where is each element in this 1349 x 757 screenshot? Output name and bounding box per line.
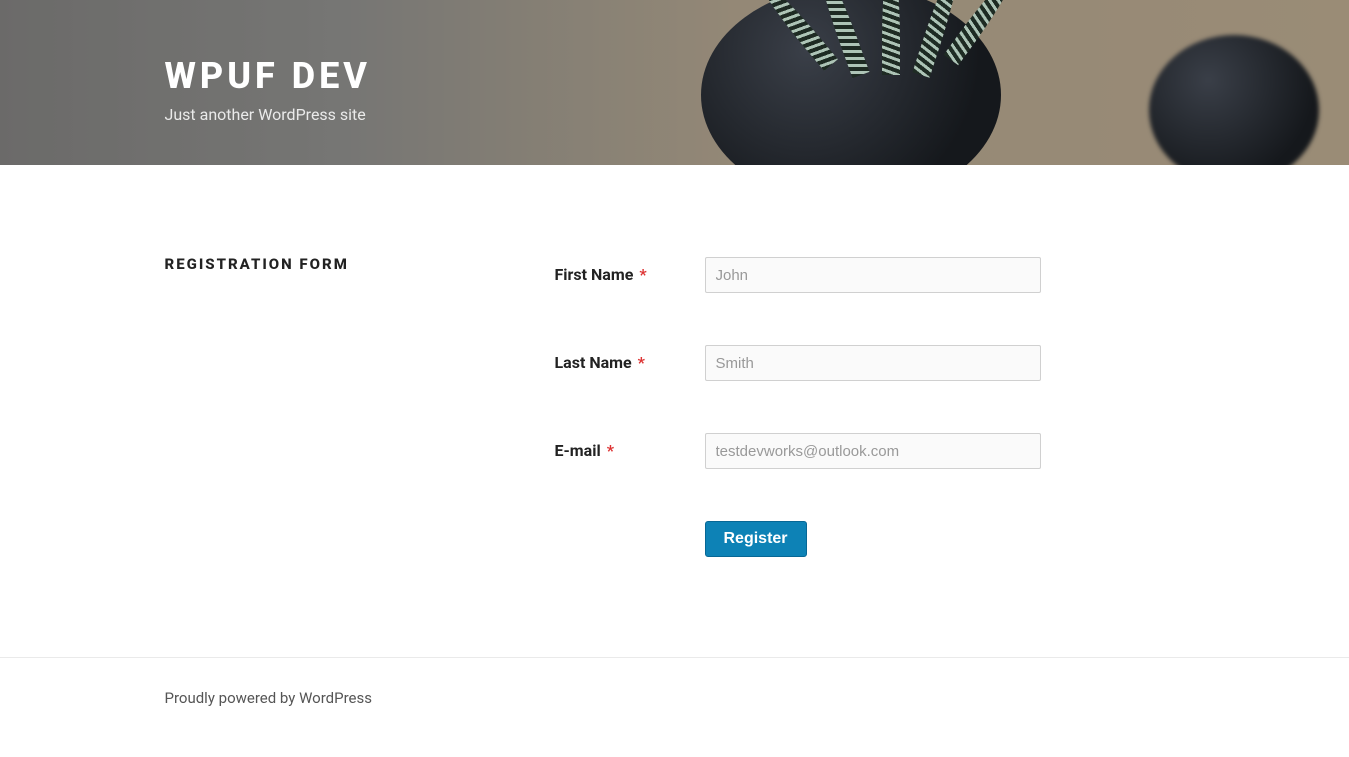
site-footer: Proudly powered by WordPress bbox=[0, 657, 1349, 757]
field-last-name: Last Name * bbox=[555, 345, 1185, 381]
last-name-label-text: Last Name bbox=[555, 353, 632, 372]
email-label: E-mail * bbox=[555, 433, 705, 460]
required-indicator: * bbox=[607, 441, 614, 460]
field-email: E-mail * bbox=[555, 433, 1185, 469]
registration-form: First Name * Last Name * E-mail * Regist… bbox=[555, 255, 1185, 557]
first-name-label: First Name * bbox=[555, 257, 705, 284]
page-sidebar: REGISTRATION FORM bbox=[165, 255, 485, 557]
email-input[interactable] bbox=[705, 433, 1041, 469]
field-first-name: First Name * bbox=[555, 257, 1185, 293]
submit-row: Register bbox=[555, 521, 1185, 557]
page-title: REGISTRATION FORM bbox=[165, 255, 485, 273]
last-name-input[interactable] bbox=[705, 345, 1041, 381]
site-tagline: Just another WordPress site bbox=[165, 105, 1185, 124]
first-name-label-text: First Name bbox=[555, 265, 634, 284]
last-name-label: Last Name * bbox=[555, 345, 705, 372]
page-content: REGISTRATION FORM First Name * Last Name… bbox=[125, 165, 1225, 657]
site-title[interactable]: WPUF DEV bbox=[165, 55, 1185, 97]
required-indicator: * bbox=[639, 265, 646, 284]
first-name-input[interactable] bbox=[705, 257, 1041, 293]
required-indicator: * bbox=[638, 353, 645, 372]
footer-powered-by-link[interactable]: Proudly powered by WordPress bbox=[165, 689, 372, 707]
register-button[interactable]: Register bbox=[705, 521, 807, 557]
site-header: WPUF DEV Just another WordPress site bbox=[0, 0, 1349, 165]
email-label-text: E-mail bbox=[555, 441, 601, 460]
